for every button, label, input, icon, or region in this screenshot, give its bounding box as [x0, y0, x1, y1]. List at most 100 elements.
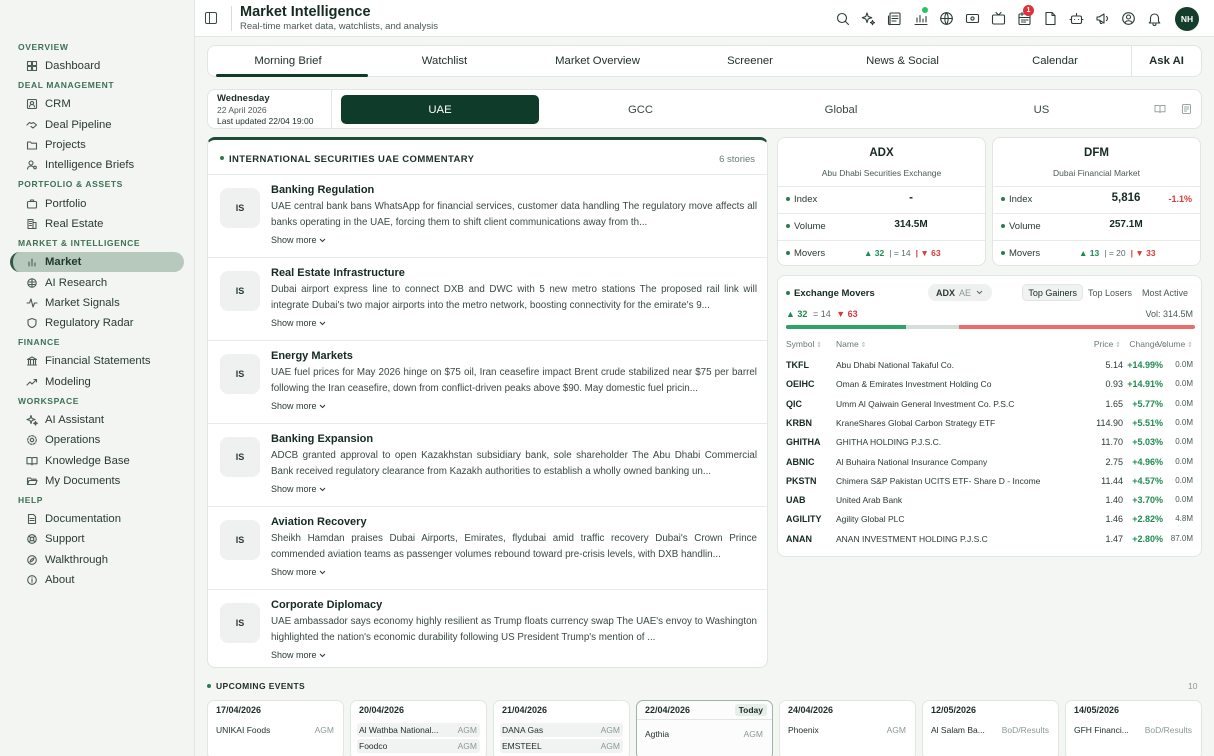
sidebar-item-modeling[interactable]: Modeling [10, 372, 184, 392]
table-row[interactable]: GHITHA GHITHA HOLDING P.J.S.C. 11.70 +5.03%… [786, 433, 1193, 452]
user-circle-icon[interactable] [1115, 0, 1141, 37]
story-item[interactable]: IS Aviation Recovery Sheikh Hamdan praises… [208, 506, 767, 589]
ticket-icon[interactable] [959, 0, 985, 37]
movers-tab-top-losers[interactable]: Top Losers [1083, 284, 1137, 301]
chart-icon[interactable] [907, 0, 933, 37]
story-title[interactable]: Banking Expansion [271, 433, 373, 445]
sidebar-item-regulatory-radar[interactable]: Regulatory Radar [10, 313, 184, 333]
event-item[interactable]: Al Wathba National... AGM [357, 723, 480, 737]
globe-icon[interactable] [933, 0, 959, 37]
tab-watchlist[interactable]: Watchlist [368, 46, 521, 76]
tab-news-social[interactable]: News & Social [826, 46, 979, 76]
sidebar-item-market[interactable]: Market [10, 252, 184, 273]
story-title[interactable]: Banking Regulation [271, 184, 374, 196]
tab-calendar[interactable]: Calendar [979, 46, 1131, 76]
event-item[interactable]: GFH Financi... BoD/Results [1072, 723, 1195, 737]
region-option-us[interactable]: US [943, 95, 1141, 124]
table-row[interactable]: ABNIC Al Buhaira National Insurance Compa… [786, 453, 1193, 472]
sidebar-item-deal-pipeline[interactable]: Deal Pipeline [10, 115, 184, 135]
table-row[interactable]: AGILITY Agility Global PLC 1.46 +2.82% 4.8M [786, 510, 1193, 529]
sparkle-icon[interactable] [855, 0, 881, 37]
column-header-volume[interactable]: Volume ⇕ [1157, 339, 1193, 349]
tab-market-overview[interactable]: Market Overview [521, 46, 674, 76]
region-option-uae[interactable]: UAE [341, 95, 539, 124]
story-title[interactable]: Aviation Recovery [271, 516, 367, 528]
table-row[interactable]: OEIHC Oman & Emirates Investment Holding … [786, 375, 1193, 394]
sidebar-item-dashboard[interactable]: Dashboard [10, 56, 184, 76]
sidebar-item-documentation[interactable]: Documentation [10, 509, 184, 529]
sidebar-item-ai-assistant[interactable]: AI Assistant [10, 410, 184, 430]
event-item[interactable]: EMSTEEL AGM [500, 739, 623, 753]
exchange-country: AE [959, 287, 972, 298]
sidebar-item-ai-research[interactable]: AI Research [10, 272, 184, 292]
show-more-button[interactable]: Show more [271, 650, 326, 660]
region-option-gcc[interactable]: GCC [542, 95, 740, 124]
sidebar-item-operations[interactable]: Operations [10, 430, 184, 450]
story-item[interactable]: IS Energy Markets UAE fuel prices for May … [208, 340, 767, 423]
sidebar-item-projects[interactable]: Projects [10, 135, 184, 155]
story-title[interactable]: Energy Markets [271, 350, 353, 362]
column-header-price[interactable]: Price ⇕ [1094, 339, 1121, 349]
table-row[interactable]: QIC Umm Al Qaiwain General Investment Co.… [786, 395, 1193, 414]
tab-morning-brief[interactable]: Morning Brief [208, 46, 368, 77]
sidebar-toggle-icon[interactable] [205, 12, 217, 24]
sidebar-item-my-documents[interactable]: My Documents [10, 471, 184, 491]
table-row[interactable]: KRBN KraneShares Global Carbon Strategy E… [786, 414, 1193, 433]
calendar-icon[interactable]: 1 [1011, 0, 1037, 37]
ask-ai-button[interactable]: Ask AI [1131, 46, 1201, 76]
table-row[interactable]: UAB United Arab Bank 1.40 +3.70% 0.0M [786, 491, 1193, 510]
sidebar-item-real-estate[interactable]: Real Estate [10, 214, 184, 234]
story-item[interactable]: IS Real Estate Infrastructure Dubai airpor… [208, 257, 767, 340]
bot-icon[interactable] [1063, 0, 1089, 37]
exchange-select[interactable]: ADX AE [928, 284, 992, 301]
event-item[interactable]: Agthia AGM [643, 727, 766, 741]
show-more-button[interactable]: Show more [271, 484, 326, 494]
sidebar-item-walkthrough[interactable]: Walkthrough [10, 550, 184, 570]
search-icon[interactable] [829, 0, 855, 37]
story-item[interactable]: IS Corporate Diplomacy UAE ambassador says… [208, 589, 767, 672]
show-more-button[interactable]: Show more [271, 235, 326, 245]
exchange-card-dfm[interactable]: DFM Dubai Financial Market Index 5,816 -1.1%… [992, 137, 1201, 266]
story-item[interactable]: IS Banking Expansion ADCB granted approval… [208, 423, 767, 506]
megaphone-icon[interactable] [1089, 0, 1115, 37]
sidebar-item-about[interactable]: About [10, 570, 184, 590]
sidebar-item-portfolio[interactable]: Portfolio [10, 193, 184, 213]
sidebar-item-knowledge-base[interactable]: Knowledge Base [10, 450, 184, 470]
decliners: ▼ 63 [836, 309, 858, 319]
tab-screener[interactable]: Screener [674, 46, 826, 76]
story-title[interactable]: Corporate Diplomacy [271, 599, 382, 611]
sidebar-item-intelligence-briefs[interactable]: Intelligence Briefs [10, 155, 184, 175]
story-item[interactable]: IS Banking Regulation UAE central bank ban… [208, 174, 767, 257]
sidebar-item-financial-statements[interactable]: Financial Statements [10, 351, 184, 371]
column-header-symbol[interactable]: Symbol ⇕ [786, 339, 822, 349]
story-title[interactable]: Real Estate Infrastructure [271, 267, 405, 279]
movers-tab-most-active[interactable]: Most Active [1137, 284, 1193, 301]
event-item[interactable]: Foodco AGM [357, 739, 480, 753]
file-icon[interactable] [1037, 0, 1063, 37]
event-item[interactable]: DANA Gas AGM [500, 723, 623, 737]
newspaper-icon[interactable] [1180, 102, 1192, 114]
event-item[interactable]: UNIKAI Foods AGM [214, 723, 337, 737]
price-cell: 5.14 [1105, 360, 1123, 370]
column-header-name[interactable]: Name ⇕ [836, 339, 867, 349]
sidebar-item-market-signals[interactable]: Market Signals [10, 293, 184, 313]
movers-row: Movers ▲ 13 | = 20 | ▼ 33 [1001, 244, 1192, 264]
movers-tab-top-gainers[interactable]: Top Gainers [1022, 284, 1083, 301]
table-row[interactable]: ANAN ANAN INVESTMENT HOLDING P.J.S.C 1.47 +… [786, 530, 1193, 549]
book-open-icon[interactable] [1154, 102, 1166, 114]
bell-icon[interactable] [1141, 0, 1167, 37]
event-item[interactable]: Al Salam Ba... BoD/Results [929, 723, 1052, 737]
exchange-card-adx[interactable]: ADX Abu Dhabi Securities Exchange Index - Vo… [777, 137, 986, 266]
sidebar-item-crm[interactable]: CRM [10, 94, 184, 114]
region-option-global[interactable]: Global [742, 95, 940, 124]
sidebar-item-support[interactable]: Support [10, 529, 184, 549]
tv-icon[interactable] [985, 0, 1011, 37]
avatar[interactable]: NH [1175, 6, 1199, 31]
event-item[interactable]: Phoenix AGM [786, 723, 909, 737]
show-more-button[interactable]: Show more [271, 401, 326, 411]
show-more-button[interactable]: Show more [271, 318, 326, 328]
show-more-button[interactable]: Show more [271, 567, 326, 577]
newspaper-icon[interactable] [881, 0, 907, 37]
table-row[interactable]: PKSTN Chimera S&P Pakistan UCITS ETF- Sha… [786, 472, 1193, 491]
table-row[interactable]: TKFL Abu Dhabi National Takaful Co. 5.14 +1… [786, 356, 1193, 375]
